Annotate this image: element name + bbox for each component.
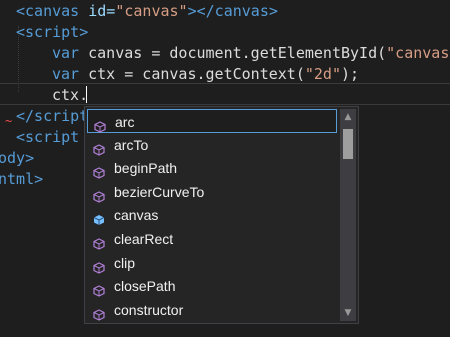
- body-close-tag: ody>: [0, 149, 35, 167]
- method-cube-icon: [93, 233, 105, 250]
- autocomplete-item-label: clip: [114, 254, 136, 271]
- autocomplete-item-beziercurveto[interactable]: bezierCurveTo: [87, 180, 337, 204]
- autocomplete-item-clearrect[interactable]: clearRect: [87, 227, 337, 251]
- popup-scrollbar[interactable]: ▲ ▼: [340, 109, 356, 321]
- autocomplete-item-label: arc: [115, 114, 135, 130]
- code-text: canvas = document.getElementById(: [79, 44, 387, 62]
- autocomplete-item-label: bezierCurveTo: [114, 183, 205, 200]
- scrollbar-thumb[interactable]: [343, 129, 353, 159]
- autocomplete-item-arcto[interactable]: arcTo: [87, 133, 337, 157]
- autocomplete-item-label: clearRect: [114, 231, 174, 247]
- code-line-body-close[interactable]: ody>: [0, 147, 34, 169]
- code-text: ctx.: [52, 86, 89, 104]
- code-text-end: );: [341, 65, 360, 83]
- property-icon: [93, 209, 105, 226]
- script-tag: <script>: [16, 23, 89, 41]
- var-keyword: var: [52, 44, 80, 62]
- autocomplete-item-label: beginPath: [114, 160, 178, 177]
- autocomplete-item-constructor[interactable]: constructor: [87, 298, 337, 322]
- html-close-tag: ntml>: [0, 170, 44, 188]
- script-tag: <script: [16, 128, 80, 146]
- attr-id: id=: [79, 2, 116, 20]
- code-line-html-close[interactable]: ntml>: [0, 168, 43, 190]
- attr-value: "canvas": [115, 2, 188, 20]
- autocomplete-item-beginpath[interactable]: beginPath: [87, 156, 337, 180]
- intellisense-popup[interactable]: arc arcTo beginPath bezierCurveTo canvas clea…: [84, 106, 359, 324]
- method-cube-icon: [93, 257, 105, 274]
- string-literal: "2d": [304, 65, 341, 83]
- autocomplete-item-arc[interactable]: arc: [87, 109, 337, 133]
- method-cube-icon: [94, 116, 106, 133]
- method-cube-icon: [93, 304, 105, 321]
- code-line-script-open-2[interactable]: <script: [16, 126, 79, 148]
- method-cube-icon: [93, 139, 105, 156]
- autocomplete-item-label: closePath: [114, 278, 176, 295]
- code-line-script-close[interactable]: </script: [16, 105, 88, 127]
- code-line-ctx-var[interactable]: var ctx = canvas.getContext("2d");: [52, 63, 359, 85]
- scroll-down-arrow-icon[interactable]: ▼: [340, 305, 356, 321]
- tag-close: ></canvas>: [187, 2, 278, 20]
- script-close-tag: </script: [16, 107, 89, 125]
- method-cube-icon: [93, 186, 105, 203]
- autocomplete-item-canvas[interactable]: canvas: [87, 203, 337, 227]
- autocomplete-item-label: arcTo: [114, 136, 149, 153]
- tag-open: <canvas: [16, 2, 80, 20]
- text-caret: [86, 86, 87, 103]
- autocomplete-item-closepath[interactable]: closePath: [87, 274, 337, 298]
- code-line-ctx-member[interactable]: ctx.: [52, 84, 88, 106]
- string-literal: "canvas": [386, 44, 450, 62]
- error-squiggle-icon: ~: [5, 114, 13, 128]
- autocomplete-item-label: canvas: [114, 207, 159, 224]
- method-cube-icon: [93, 280, 105, 297]
- var-keyword: var: [52, 65, 80, 83]
- code-line-script-open[interactable]: <script>: [16, 21, 88, 43]
- autocomplete-item-label: constructor: [114, 301, 184, 318]
- code-line-canvas-tag[interactable]: <canvas id="canvas"></canvas>: [16, 0, 278, 22]
- code-text: ctx = canvas.getContext(: [79, 65, 305, 83]
- code-line-canvas-var[interactable]: var canvas = document.getElementById("ca…: [52, 42, 450, 64]
- method-cube-icon: [93, 162, 105, 179]
- autocomplete-item-clip[interactable]: clip: [87, 251, 337, 275]
- scroll-up-arrow-icon[interactable]: ▲: [340, 109, 356, 125]
